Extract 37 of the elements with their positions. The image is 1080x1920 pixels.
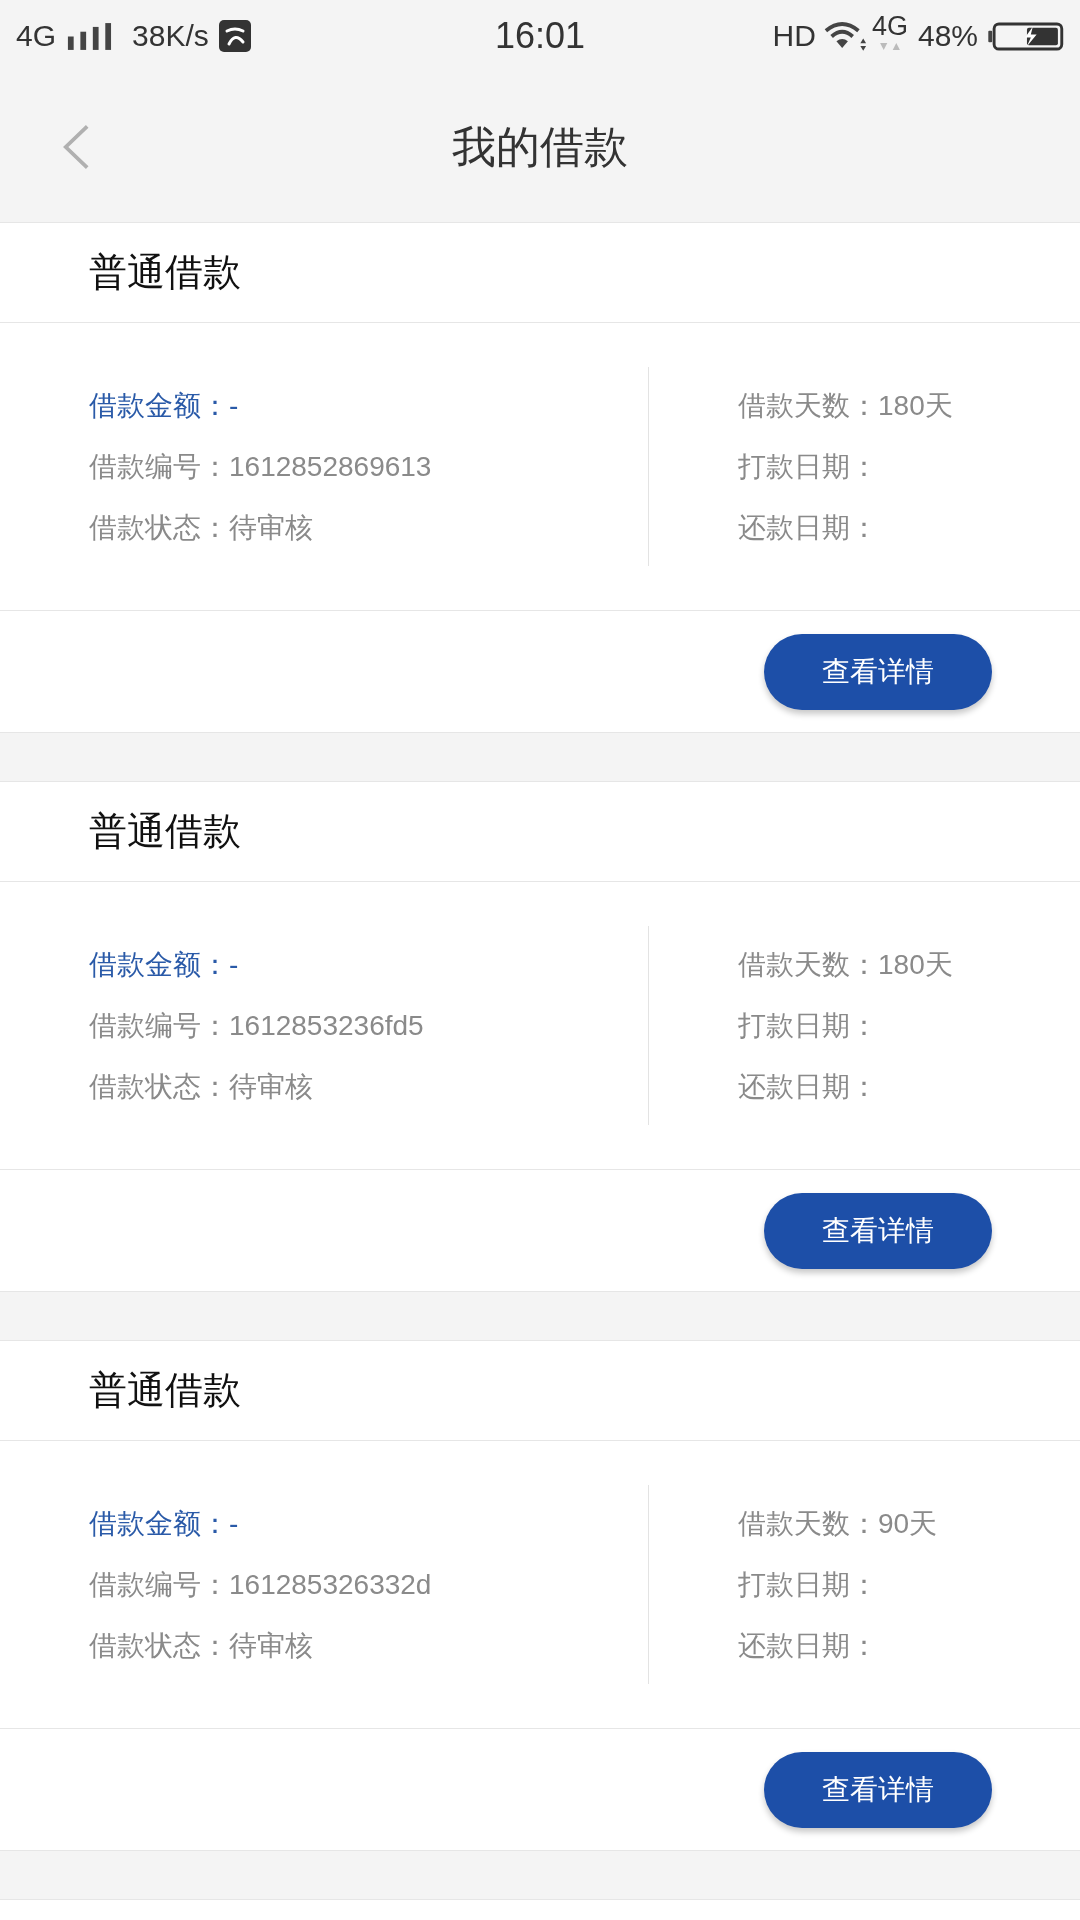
loan-field: 还款日期： [738,1615,878,1676]
signal-icon [66,22,113,50]
loan-type-title: 普通借款 [0,1341,1080,1441]
loan-field: 借款编号：1612853236fd5 [89,995,424,1056]
loan-field: 借款金额：- [89,375,239,436]
network-type: 4G [16,21,57,51]
loan-field: 打款日期： [738,436,878,497]
loan-field: 借款状态：待审核 [89,1615,313,1676]
data-activity-icon [878,42,901,51]
loan-field: 借款状态：待审核 [89,497,313,558]
view-details-button[interactable]: 查看详情 [764,1192,992,1269]
app-notification-icon [218,20,251,52]
view-details-button[interactable]: 查看详情 [764,1751,992,1828]
loan-field: 还款日期： [738,497,878,558]
loan-field: 借款编号：1612852869613 [89,436,432,497]
loan-field: 借款天数：90天 [738,1493,938,1554]
loan-field: 借款状态：待审核 [89,1056,313,1117]
battery-charging-icon [988,21,1064,51]
loan-field: 还款日期： [738,1056,878,1117]
loan-field: 借款金额：- [89,934,239,995]
page-title: 我的借款 [452,120,628,173]
back-chevron-icon [62,124,90,170]
loan-type-title: 普通借款 [0,782,1080,882]
loan-field: 借款天数：180天 [738,934,953,995]
wifi-icon [823,20,868,52]
status-time: 16:01 [493,18,587,54]
network-speed: 38K/s [132,21,209,51]
loan-type-title: 普通借款 [0,223,1080,323]
network-type: 4G [871,13,908,40]
loan-field: 借款编号：161285326332d [89,1554,432,1615]
loan-field: 打款日期： [738,1554,878,1615]
hd-indicator: HD [772,21,816,51]
loan-field: 借款天数：180天 [738,375,953,436]
view-details-button[interactable]: 查看详情 [764,633,992,710]
battery-percent: 48% [917,21,978,51]
loan-field: 打款日期： [738,995,878,1056]
loan-field: 借款金额：- [89,1493,239,1554]
